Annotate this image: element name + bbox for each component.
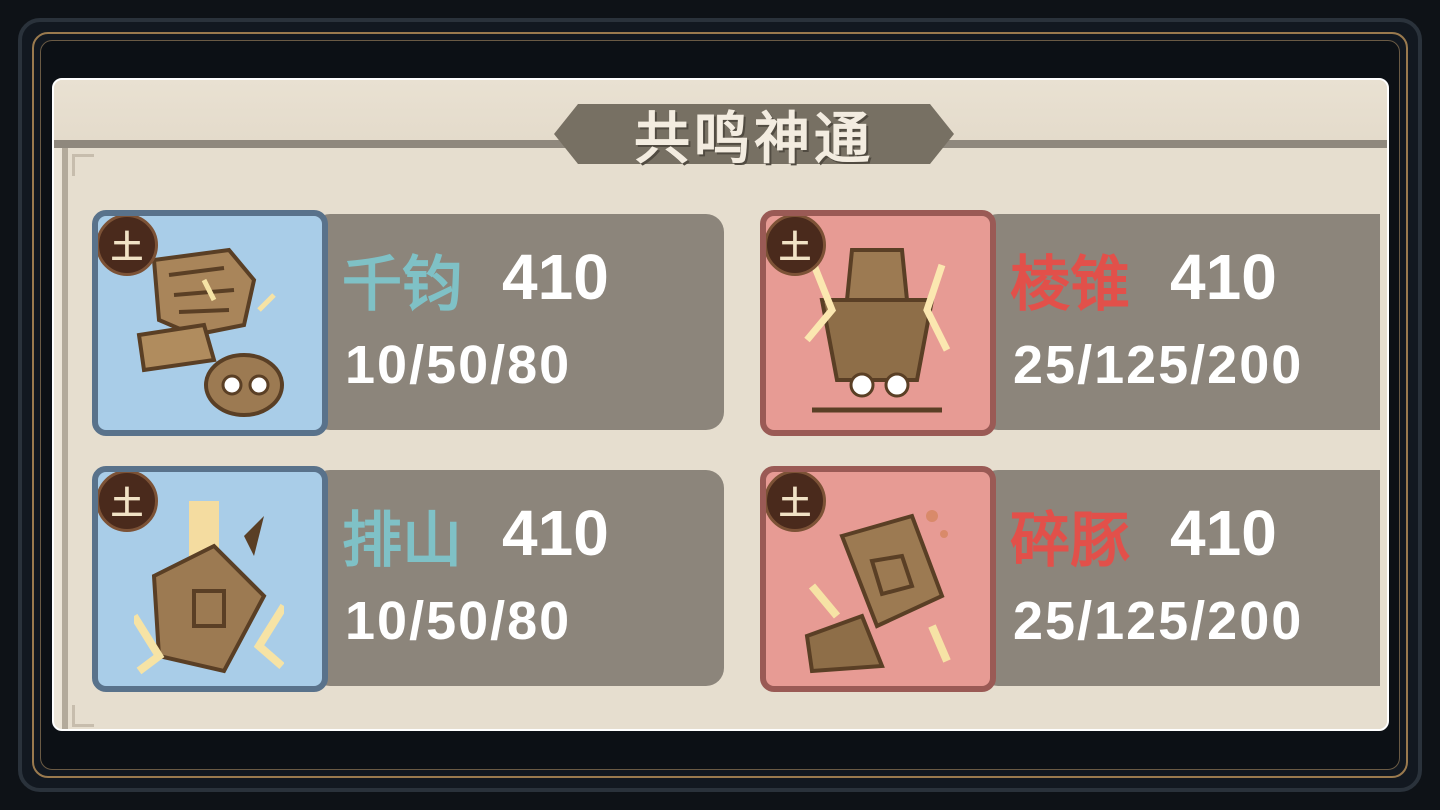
earth-element-badge: 土 xyxy=(98,216,158,276)
stone-spike-icon xyxy=(804,248,951,413)
skill-name: 排山 xyxy=(342,506,462,576)
title-plate: 共鸣神通 xyxy=(554,86,954,182)
skill-icon-frame[interactable]: 土 xyxy=(92,210,328,436)
skill-name: 碎豚 xyxy=(1010,506,1130,576)
skill-icon-frame[interactable]: 土 xyxy=(92,466,328,692)
skill-value: 410 xyxy=(502,241,609,313)
resonance-panel: 共鸣神通 土 千钧 410 10/50/80 土 棱锥 410 25/125/2… xyxy=(52,78,1389,731)
skill-stats: 25/125/200 xyxy=(1013,335,1304,395)
earth-element-badge: 土 xyxy=(766,216,826,276)
skill-name: 千钧 xyxy=(342,250,462,320)
corner-ornament-icon xyxy=(72,154,94,176)
skill-card[interactable]: 土 碎豚 410 25/125/200 xyxy=(760,466,1387,692)
rock-burst-icon xyxy=(134,501,284,675)
skill-value: 410 xyxy=(1170,241,1277,313)
panel-title: 共鸣神通 xyxy=(634,105,874,172)
skill-icon-frame[interactable]: 土 xyxy=(760,210,996,436)
earth-element-badge: 土 xyxy=(766,472,826,532)
skill-stats: 10/50/80 xyxy=(345,335,572,395)
skill-stats: 25/125/200 xyxy=(1013,591,1304,651)
earth-element-badge: 土 xyxy=(98,472,158,532)
skill-icon-frame[interactable]: 土 xyxy=(760,466,996,692)
corner-ornament-icon xyxy=(72,705,94,727)
skill-stats: 10/50/80 xyxy=(345,591,572,651)
skill-card[interactable]: 土 千钧 410 10/50/80 xyxy=(92,210,732,436)
fist-rock-icon xyxy=(136,247,284,417)
skill-name: 棱锥 xyxy=(1010,250,1130,320)
skill-value: 410 xyxy=(502,497,609,569)
stone-shatter-icon xyxy=(804,510,951,674)
skill-value: 410 xyxy=(1170,497,1277,569)
skill-card[interactable]: 土 排山 410 10/50/80 xyxy=(92,466,732,692)
skill-card[interactable]: 土 棱锥 410 25/125/200 xyxy=(760,210,1387,436)
